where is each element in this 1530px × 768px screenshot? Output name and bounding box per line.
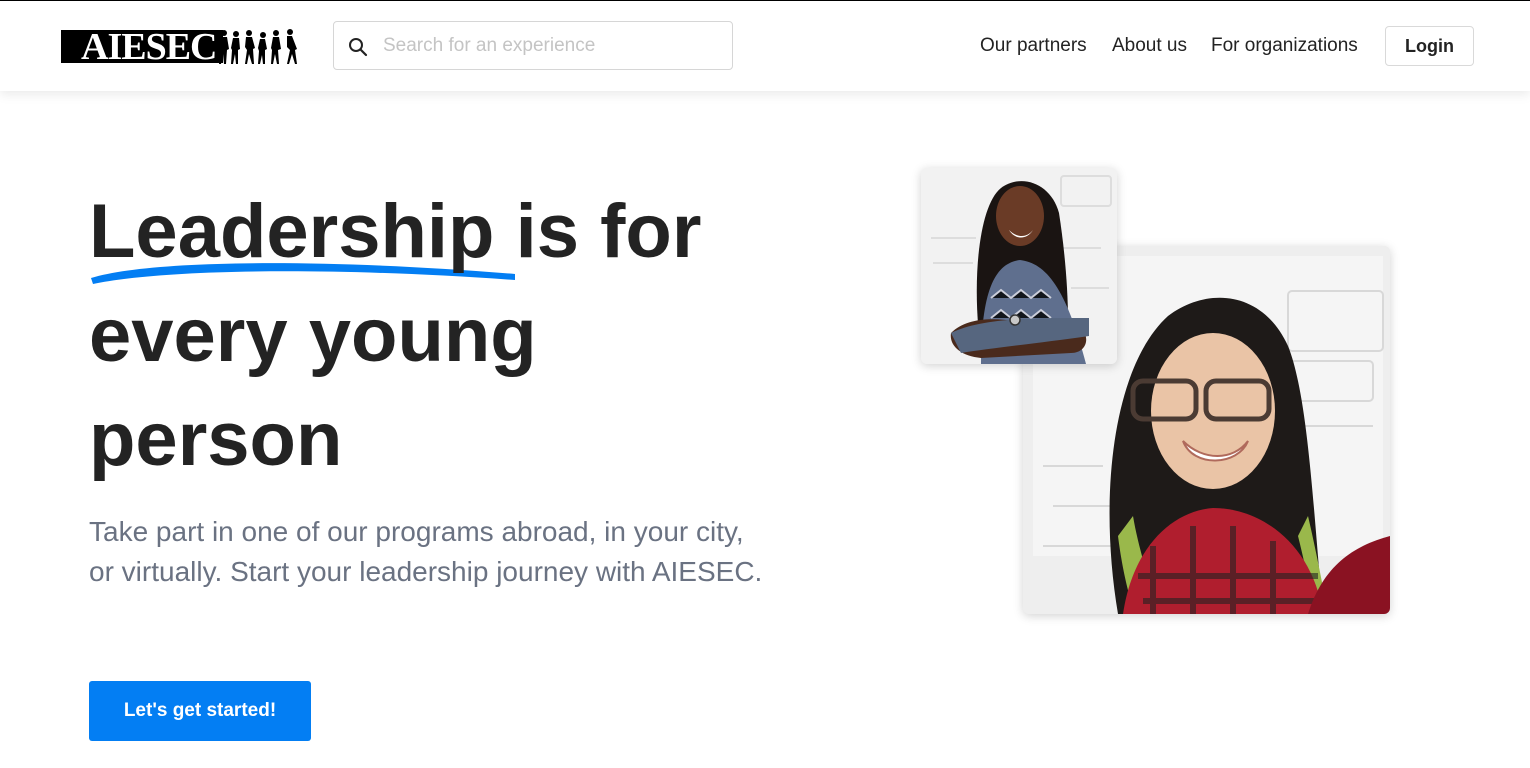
title-line2: every young [89,293,537,378]
search-input[interactable] [383,22,723,69]
site-header: AIESEC Our partners About us For organiz… [0,1,1530,91]
nav-our-partners[interactable]: Our partners [980,1,1087,91]
logo-text: AIESEC [81,26,217,68]
search-icon [349,38,368,57]
nav-for-organizations[interactable]: For organizations [1211,1,1358,91]
hero-title: Leadership is for every young person [89,180,809,492]
hero-subtitle: Take part in one of our programs abroad,… [89,516,763,587]
search-box[interactable] [333,21,733,70]
title-highlight-word: Leadership [89,189,495,274]
title-line3: person [89,397,343,482]
aiesec-logo[interactable]: AIESEC [61,26,301,68]
login-button[interactable]: Login [1385,26,1474,66]
get-started-button[interactable]: Let's get started! [89,681,311,741]
photo-woman-crossed-arms [921,168,1117,364]
walking-people-icon [219,29,297,64]
title-line1-rest: is for [494,189,702,274]
nav-about-us[interactable]: About us [1112,1,1187,91]
